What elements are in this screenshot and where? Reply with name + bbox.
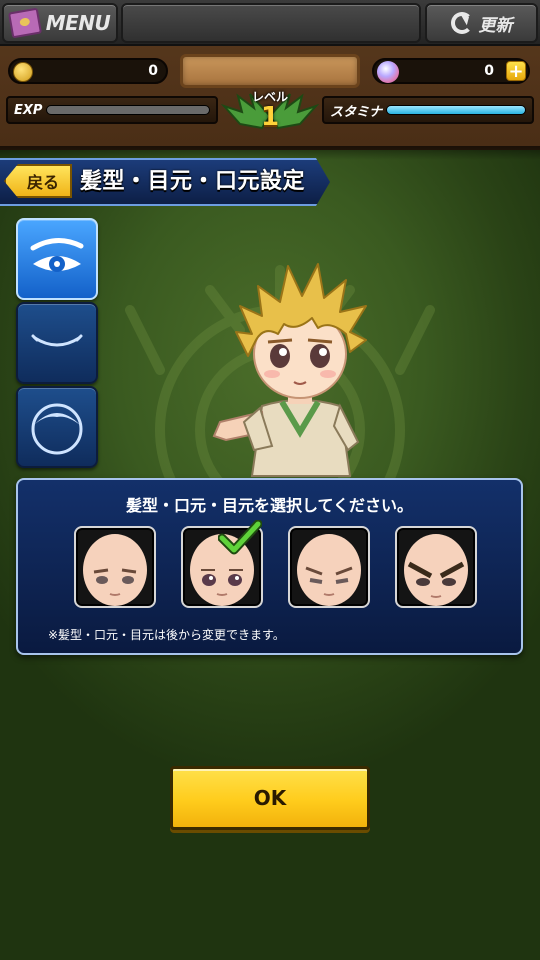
stamina-label: スタミナ bbox=[330, 104, 383, 120]
gem-value: 0 bbox=[484, 63, 494, 79]
exp-label: EXP bbox=[14, 102, 43, 118]
face-preview-icon bbox=[83, 534, 147, 606]
panel-note: ※髪型・口元・目元は後から変更できます。 bbox=[48, 628, 285, 642]
book-icon bbox=[7, 7, 42, 39]
coin-counter: 0 bbox=[8, 58, 168, 84]
page-title: 髪型・目元・口元設定 bbox=[80, 169, 306, 194]
check-icon bbox=[218, 520, 262, 555]
stamina-bar: スタミナ bbox=[322, 96, 534, 124]
exp-bar: EXP bbox=[6, 96, 218, 124]
gem-counter: 0 + bbox=[372, 58, 530, 84]
stamina-fill bbox=[387, 106, 525, 114]
ok-label: OK bbox=[253, 786, 287, 810]
exp-track bbox=[46, 105, 210, 115]
refresh-icon bbox=[450, 12, 473, 34]
character-avatar bbox=[212, 263, 367, 477]
hair-icon bbox=[31, 403, 83, 455]
refresh-button[interactable]: 更新 bbox=[425, 3, 538, 43]
tab-eyes[interactable] bbox=[16, 218, 98, 300]
stamina-track bbox=[386, 105, 526, 115]
game-header: MENU 更新 0 0 + EXP レベル 1 スタミナ bbox=[0, 0, 540, 160]
selection-panel: 髪型・口元・目元を選択してください。 ※髪型・口元・目元は後から変更できます。 bbox=[16, 478, 523, 655]
face-option-1[interactable] bbox=[74, 526, 156, 608]
back-label: 戻る bbox=[26, 173, 59, 192]
face-preview-icon bbox=[404, 534, 468, 606]
tab-mouth[interactable] bbox=[16, 302, 98, 384]
menu-label: MENU bbox=[45, 11, 111, 35]
coin-icon bbox=[13, 62, 33, 82]
level-value: 1 bbox=[260, 102, 280, 132]
face-option-4[interactable] bbox=[395, 526, 477, 608]
ok-button[interactable]: OK bbox=[170, 766, 370, 830]
eye-icon bbox=[30, 238, 84, 272]
gem-icon bbox=[377, 61, 399, 83]
face-option-3[interactable] bbox=[288, 526, 370, 608]
name-banner bbox=[180, 54, 360, 88]
menu-button[interactable]: MENU bbox=[2, 3, 118, 43]
coin-value: 0 bbox=[148, 63, 158, 79]
face-preview-icon bbox=[297, 534, 361, 606]
top-bar-center-panel bbox=[121, 3, 421, 43]
add-gems-button[interactable]: + bbox=[506, 61, 526, 81]
tab-hair[interactable] bbox=[16, 386, 98, 468]
refresh-label: 更新 bbox=[478, 15, 513, 36]
back-button[interactable]: 戻る bbox=[4, 164, 72, 198]
panel-instruction: 髪型・口元・目元を選択してください。 bbox=[125, 496, 414, 515]
mouth-icon bbox=[31, 334, 83, 347]
